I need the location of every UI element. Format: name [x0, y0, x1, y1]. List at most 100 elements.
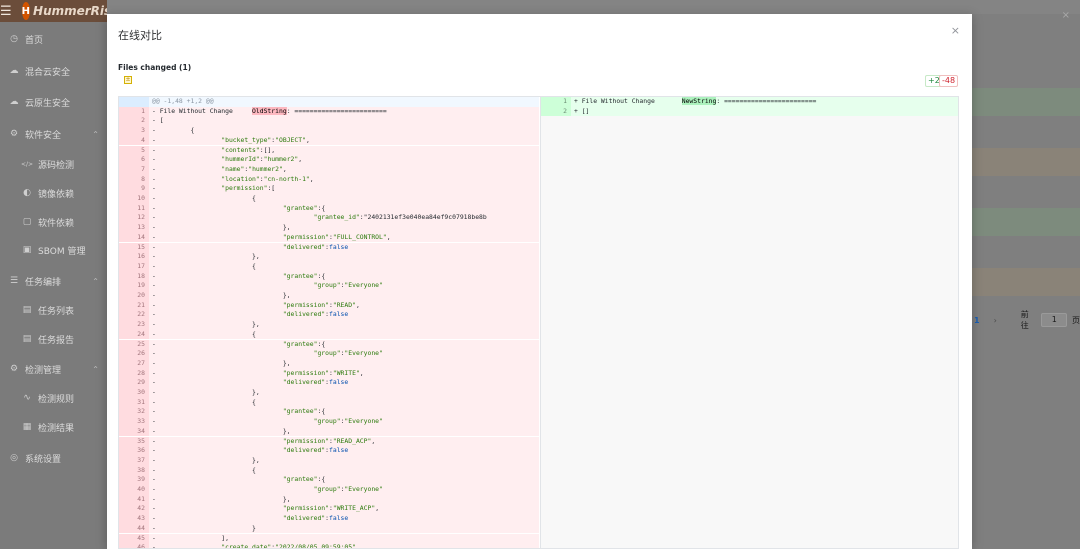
- sidebar-item[interactable]: ☁ 混合云安全: [0, 60, 107, 82]
- sidebar-item[interactable]: ⚙ 软件安全 ⌃: [0, 123, 107, 145]
- sidebar-item[interactable]: ◷ 首页: [0, 28, 107, 50]
- sidebar-item[interactable]: ∿ 检测规则: [0, 387, 107, 409]
- diff-line: 32- "grantee":{: [119, 407, 539, 418]
- diff-line-code: - },: [152, 426, 291, 435]
- line-number: 21: [119, 300, 149, 311]
- line-number: 36: [119, 446, 149, 456]
- rule-icon: ∿: [23, 393, 31, 403]
- diff-line: 1- File Without Change OldString: ======…: [119, 106, 539, 117]
- line-number: 9: [119, 184, 149, 194]
- chevron-up-icon[interactable]: ⌃: [92, 365, 99, 374]
- diff-line-code: - "delivered":false: [152, 514, 349, 523]
- line-number: 6: [119, 155, 149, 165]
- sidebar-item[interactable]: ☰ 任务编排 ⌃: [0, 270, 107, 292]
- diff-line-code: - "delivered":false: [152, 378, 349, 387]
- sidebar-item[interactable]: ▣ SBOM 管理: [0, 239, 107, 261]
- file-changed-icon[interactable]: ±: [124, 76, 132, 84]
- diff-line: 16- },: [119, 252, 539, 262]
- line-number: 42: [119, 504, 149, 515]
- line-number: 46: [119, 543, 149, 548]
- diff-line: 31- {: [119, 397, 539, 408]
- diff-line: 24- {: [119, 329, 539, 340]
- sidebar-item-label: 检测规则: [38, 394, 75, 405]
- line-number: 38: [119, 465, 149, 476]
- cloud-native-icon: ☁: [9, 97, 19, 107]
- pager-current[interactable]: 1: [974, 316, 980, 325]
- hamburger-icon[interactable]: ☰: [0, 0, 12, 22]
- diff-line-code: - "permission":"READ",: [152, 300, 360, 309]
- home-icon: ◷: [10, 34, 18, 44]
- sidebar-item[interactable]: ▦ 检测结果: [0, 416, 107, 438]
- line-number: 5: [119, 145, 149, 156]
- diff-line: 23- },: [119, 320, 539, 330]
- sidebar-item-label: 混合云安全: [25, 67, 71, 78]
- diff-highlight: NewString: [681, 97, 717, 105]
- sidebar-item[interactable]: </> 源码检测: [0, 153, 107, 175]
- diff-line: 46- "create_date":"2022/08/05 09:59:05": [119, 543, 539, 549]
- diff-highlight: OldString: [252, 106, 287, 115]
- line-number: 32: [119, 407, 149, 418]
- sidebar-item[interactable]: ▤ 任务报告: [0, 328, 107, 350]
- sidebar-item[interactable]: ◐ 镜像依赖: [0, 182, 107, 204]
- diff-line-code: - [: [152, 116, 164, 125]
- diff-line-tail: : ========================: [716, 97, 817, 105]
- diff-line-code: - "group":"Everyone": [152, 349, 383, 358]
- line-number: 40: [119, 485, 149, 495]
- diff-line-code: - "permission":"READ_ACP",: [152, 436, 376, 445]
- diff-line-code: - "group":"Everyone": [152, 281, 383, 290]
- sidebar-item-label: 系统设置: [25, 454, 62, 465]
- diff-line: 2- [: [119, 116, 539, 127]
- diff-line: 19- "group":"Everyone": [119, 281, 539, 291]
- diff-line: 13- },: [119, 223, 539, 233]
- background-row: [972, 208, 1080, 236]
- chevron-up-icon[interactable]: ⌃: [92, 130, 99, 139]
- list-icon: ▤: [22, 305, 32, 315]
- sidebar-item[interactable]: ◎ 系统设置: [0, 447, 107, 469]
- line-number: 41: [119, 494, 149, 505]
- diff-line-code: - {: [152, 329, 256, 338]
- diff-line: 38- {: [119, 465, 539, 476]
- diff-line-code: - "create_date":"2022/08/05 09:59:05": [152, 543, 356, 549]
- line-number: 24: [119, 329, 149, 340]
- sidebar-item-label: 镜像依赖: [38, 189, 75, 200]
- diff-line-code: - "grantee":{: [152, 203, 326, 212]
- report-icon: ▤: [22, 334, 32, 344]
- pager-page-input[interactable]: 1: [1041, 313, 1067, 327]
- diff-line: 42- "permission":"WRITE_ACP",: [119, 504, 539, 515]
- diff-line: 12- "grantee_id":"2402131ef3e040ea84ef9c…: [119, 213, 539, 224]
- diff-line-code: - {: [152, 397, 256, 406]
- diff-line-code: - {: [152, 465, 256, 474]
- task-icon: ☰: [9, 276, 19, 286]
- line-number: 16: [119, 252, 149, 262]
- diff-line-code: - },: [152, 388, 260, 396]
- diff-line-code: - "grantee_id":"2402131ef3e040ea84ef9c07…: [152, 213, 487, 222]
- background-close-icon[interactable]: ×: [1062, 10, 1070, 21]
- diff-line: 34- },: [119, 426, 539, 437]
- diff-line-code: - "permission":"FULL_CONTROL",: [152, 232, 391, 241]
- line-number: 31: [119, 397, 149, 408]
- background-pager: 1 › 前往 1 页: [972, 310, 1080, 330]
- diff-hunk-header: @@ -1,48 +1,2 @@: [119, 97, 539, 107]
- diff-line-code: - "delivered":false: [152, 242, 349, 251]
- close-icon[interactable]: ×: [951, 24, 960, 37]
- sidebar-item[interactable]: ▤ 任务列表: [0, 299, 107, 321]
- line-number: 1: [119, 106, 149, 117]
- line-number: 15: [119, 242, 149, 253]
- pager-next-icon[interactable]: ›: [994, 316, 997, 325]
- sidebar-item[interactable]: ⚙ 检测管理 ⌃: [0, 358, 107, 380]
- diff-line-code: - },: [152, 455, 260, 464]
- line-number: 13: [119, 223, 149, 233]
- sidebar-item[interactable]: ☁ 云原生安全: [0, 91, 107, 113]
- diff-line: 8- "location":"cn-north-1",: [119, 174, 539, 185]
- line-number: 28: [119, 368, 149, 379]
- line-number: 2: [119, 116, 149, 127]
- compare-dialog: 在线对比 × Files changed (1) ± +2 -48 @@ -1,…: [107, 14, 972, 549]
- diff-line: 1 + File Without Change NewString: ======…: [541, 97, 958, 107]
- diff-line-code: - },: [152, 320, 260, 329]
- line-number: 7: [119, 164, 149, 175]
- diff-line-code: - "contents":[],: [152, 145, 276, 154]
- sidebar-item[interactable]: ▢ 软件依赖: [0, 211, 107, 233]
- diff-line: 17- {: [119, 261, 539, 272]
- chevron-up-icon[interactable]: ⌃: [92, 277, 99, 286]
- software-icon: ⚙: [9, 129, 19, 139]
